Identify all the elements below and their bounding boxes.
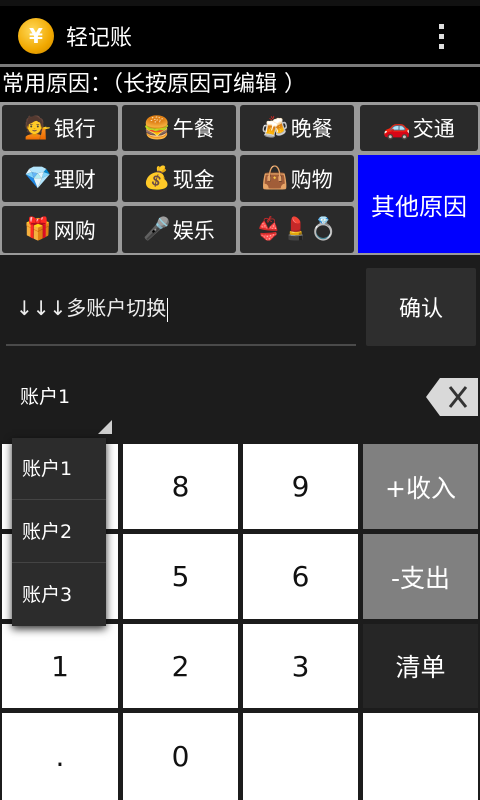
key-8[interactable]: 8 — [123, 444, 238, 529]
reason-label: 交通 — [412, 117, 455, 141]
money-bag-icon: 💰 — [143, 166, 171, 191]
cosmetics-icon: 👙💄💍 — [254, 217, 338, 242]
reason-label: 午餐 — [172, 117, 215, 141]
microphone-icon: 🎤 — [143, 217, 171, 242]
gift-icon: 🎁 — [24, 217, 52, 242]
handbag-icon: 👜 — [261, 166, 289, 191]
key-9[interactable]: 9 — [243, 444, 358, 529]
reason-button-entertainment[interactable]: 🎤 娱乐 — [122, 206, 236, 253]
account-option-2[interactable]: 账户2 — [12, 501, 106, 563]
key-dot[interactable]: . — [2, 713, 118, 800]
burger-icon: 🍔 — [143, 115, 171, 141]
account-dropdown: 账户1 账户2 账户3 — [12, 438, 106, 626]
list-button[interactable]: 清单 — [363, 624, 478, 708]
bank-icon: 💁 — [24, 115, 52, 141]
text-cursor — [167, 297, 169, 322]
reason-label: 网购 — [53, 218, 96, 243]
account-switch-input[interactable]: ↓↓↓多账户切换 — [6, 290, 356, 346]
reason-label: 银行 — [53, 117, 96, 141]
reason-button-shopping[interactable]: 👜 购物 — [240, 155, 354, 202]
key-0[interactable]: 0 — [123, 713, 238, 800]
expense-button[interactable]: -支出 — [363, 534, 478, 619]
key-1[interactable]: 1 — [2, 624, 118, 708]
account-spinner[interactable]: 账户1 — [8, 372, 112, 434]
reason-button-dinner[interactable]: 🍻 晚餐 — [240, 105, 354, 151]
reason-button-bank[interactable]: 💁 银行 — [2, 105, 118, 151]
reason-label: 晚餐 — [290, 117, 333, 141]
reason-button-online-shopping[interactable]: 🎁 网购 — [2, 206, 118, 253]
reasons-grid: 💁 银行 🍔 午餐 🍻 晚餐 🚗 交通 💎 理财 💰 现金 👜 购物 🎁 网购 🎤 娱乐 👙💄💍 … — [0, 102, 480, 255]
account-option-1[interactable]: 账户1 — [12, 438, 106, 500]
reason-button-cash[interactable]: 💰 现金 — [122, 155, 236, 202]
reason-button-transport[interactable]: 🚗 交通 — [360, 105, 478, 151]
key-3[interactable]: 3 — [243, 624, 358, 708]
overflow-menu-icon[interactable] — [434, 22, 450, 52]
key-6[interactable]: 6 — [243, 534, 358, 619]
spinner-arrow-icon — [98, 420, 112, 434]
key-2[interactable]: 2 — [123, 624, 238, 708]
key-blank[interactable] — [243, 713, 358, 800]
reason-button-finance[interactable]: 💎 理财 — [2, 155, 118, 202]
switch-text: ↓↓↓多账户切换 — [16, 296, 167, 320]
other-reason-button[interactable]: 其他原因 — [358, 155, 480, 253]
key-blank-right[interactable] — [363, 713, 478, 800]
reason-label: 娱乐 — [172, 218, 215, 243]
confirm-button[interactable]: 确认 — [366, 268, 476, 346]
reason-label: 理财 — [53, 167, 96, 192]
diamond-icon: 💎 — [24, 166, 52, 191]
action-bar: ¥ 轻记账 — [0, 6, 480, 64]
car-icon: 🚗 — [383, 115, 411, 141]
account-selected: 账户1 — [20, 386, 71, 408]
reason-button-cosmetics[interactable]: 👙💄💍 — [240, 206, 354, 253]
reason-label: 购物 — [290, 167, 333, 192]
logo-char: ¥ — [29, 24, 43, 48]
income-button[interactable]: +收入 — [363, 444, 478, 529]
key-5[interactable]: 5 — [123, 534, 238, 619]
app-title: 轻记账 — [66, 26, 133, 51]
reason-label: 现金 — [172, 167, 215, 192]
beer-icon: 🍻 — [261, 115, 289, 141]
reason-button-lunch[interactable]: 🍔 午餐 — [122, 105, 236, 151]
reasons-heading: 常用原因：（长按原因可编辑 ） — [0, 67, 480, 102]
backspace-icon[interactable] — [426, 378, 478, 416]
app-logo-icon: ¥ — [18, 18, 54, 54]
account-option-3[interactable]: 账户3 — [12, 564, 106, 626]
